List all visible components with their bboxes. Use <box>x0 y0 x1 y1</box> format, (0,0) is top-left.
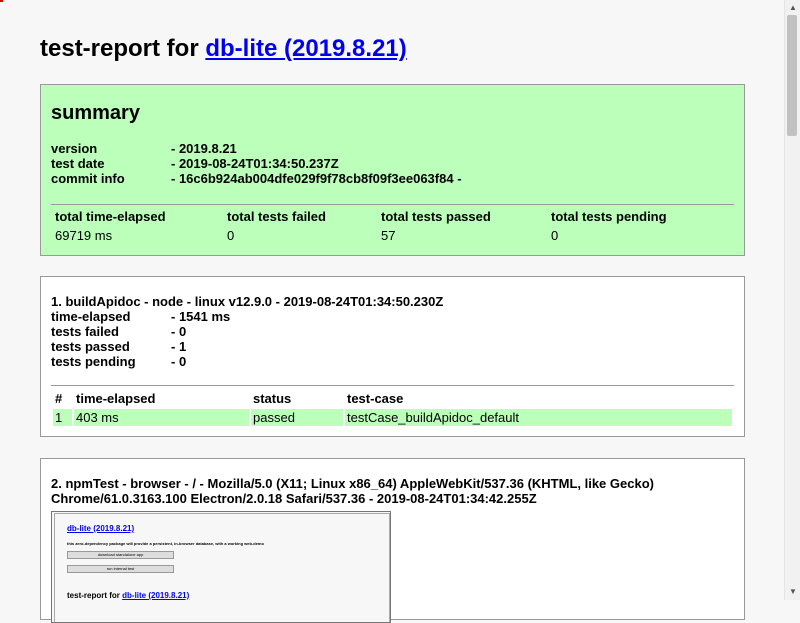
field-value: - 1541 ms <box>171 309 231 324</box>
package-link[interactable]: db-lite (2019.8.21) <box>205 35 406 62</box>
screenshot-report-link: db-lite (2019.8.21) <box>122 591 190 600</box>
table-cell: 403 ms <box>74 409 249 426</box>
test-report-card: 1. buildApidoc - node - linux v12.9.0 - … <box>40 276 745 437</box>
test-title: 1. buildApidoc - node - linux v12.9.0 - … <box>51 294 444 309</box>
summary-heading: summary <box>51 102 140 124</box>
table-header-row: total time-elapsed total tests failed to… <box>53 207 732 225</box>
column-header: status <box>253 390 292 406</box>
summary-totals-table: total time-elapsed total tests failed to… <box>51 205 734 246</box>
table-cell: 0 <box>551 228 559 243</box>
table-cell: testCase_buildApidoc_default <box>345 409 732 426</box>
column-header: total tests passed <box>381 208 491 224</box>
summary-field-version: version - 2019.8.21 <box>51 141 462 156</box>
screenshot-report-prefix: test-report for <box>67 591 123 600</box>
screenshot-frame: db-lite (2019.8.21) this zero-dependency… <box>54 513 390 622</box>
corner-marker <box>0 0 3 2</box>
column-header: total time-elapsed <box>55 208 166 224</box>
test-field-tests-failed: tests failed - 0 <box>51 324 230 339</box>
column-header: total tests pending <box>551 208 667 224</box>
test-field-tests-pending: tests pending - 0 <box>51 354 230 369</box>
status-cell: passed <box>251 409 343 426</box>
column-header: total tests failed <box>227 208 326 224</box>
field-label: tests passed <box>51 339 130 354</box>
screenshot-package-link: db-lite (2019.8.21) <box>67 524 135 533</box>
test-report-card: 2. npmTest - browser - / - Mozilla/5.0 (… <box>40 458 745 623</box>
page-title: test-report for db-lite (2019.8.21) <box>40 35 407 63</box>
field-label: commit info <box>51 171 125 186</box>
scroll-down-arrow-icon[interactable]: ▼ <box>789 588 797 596</box>
column-header: # <box>55 390 63 406</box>
vertical-scrollbar[interactable]: ▲ ▼ <box>784 0 800 600</box>
field-label: version <box>51 141 98 156</box>
field-value: - 16c6b924ab004dfe029f9f78cb8f09f3ee063f… <box>171 171 462 186</box>
test-field-tests-passed: tests passed - 1 <box>51 339 230 354</box>
field-value: - 2019-08-24T01:34:50.237Z <box>171 156 339 171</box>
test-field-time-elapsed: time-elapsed - 1541 ms <box>51 309 230 324</box>
screenshot-download-button: download standalone app <box>67 551 174 559</box>
screenshot-test-button: run internal test <box>67 565 174 573</box>
summary-field-commit-info: commit info - 16c6b924ab004dfe029f9f78cb… <box>51 171 462 186</box>
field-label: tests failed <box>51 324 119 339</box>
field-value: - 1 <box>171 339 187 354</box>
screenshot-report-title: test-report for db-lite (2019.8.21) <box>67 591 189 600</box>
test-fields: time-elapsed - 1541 ms tests failed - 0 … <box>51 309 230 369</box>
column-header: time-elapsed <box>76 390 156 406</box>
field-value: - 0 <box>171 354 187 369</box>
table-cell: 57 <box>381 228 396 243</box>
table-row: 69719 ms 0 57 0 <box>53 227 732 244</box>
browser-screenshot[interactable]: db-lite (2019.8.21) this zero-dependency… <box>51 511 391 623</box>
test-title: 2. npmTest - browser - / - Mozilla/5.0 (… <box>51 476 654 506</box>
table-cell: 69719 ms <box>55 228 113 243</box>
field-value: - 2019.8.21 <box>171 141 237 156</box>
summary-card: summary version - 2019.8.21 test date - … <box>40 84 745 256</box>
summary-field-test-date: test date - 2019-08-24T01:34:50.237Z <box>51 156 462 171</box>
table-cell: 0 <box>227 228 235 243</box>
scrollbar-thumb[interactable] <box>787 15 797 136</box>
field-label: tests pending <box>51 354 136 369</box>
summary-fields: version - 2019.8.21 test date - 2019-08-… <box>51 141 462 186</box>
table-row: 1 403 ms passed testCase_buildApidoc_def… <box>53 409 732 426</box>
scroll-up-arrow-icon[interactable]: ▲ <box>789 4 797 12</box>
screenshot-description: this zero-dependency package will provid… <box>67 541 264 546</box>
divider <box>51 385 734 386</box>
column-header: test-case <box>347 390 404 406</box>
field-label: time-elapsed <box>51 309 131 324</box>
table-header-row: # time-elapsed status test-case <box>53 389 732 407</box>
page-title-prefix: test-report for <box>40 35 206 62</box>
field-value: - 0 <box>171 324 187 339</box>
table-cell: 1 <box>53 409 72 426</box>
test-cases-table: # time-elapsed status test-case 1 403 ms… <box>51 387 734 428</box>
field-label: test date <box>51 156 105 171</box>
